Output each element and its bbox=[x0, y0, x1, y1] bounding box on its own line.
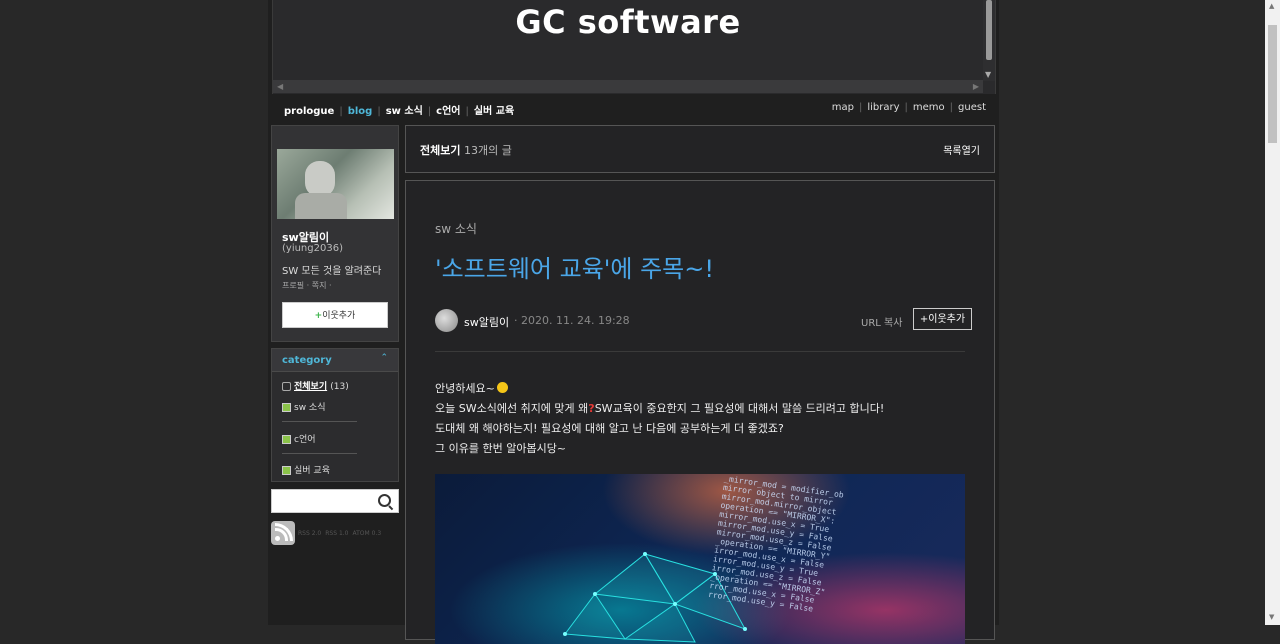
search-icon[interactable] bbox=[378, 494, 391, 507]
blog-header: GC software ◀ ▶ ▼ bbox=[272, 0, 996, 94]
post-image[interactable]: _mirror_mod = modifier_ob mirror object … bbox=[435, 474, 965, 644]
post-article: sw 소식 '소프트웨어 교육'에 주목~! sw알림이 · 2020. 11.… bbox=[405, 180, 995, 644]
rss-link[interactable]: RSS 1.0 bbox=[325, 530, 348, 537]
category-item-sw-news[interactable]: sw 소식 bbox=[282, 400, 325, 413]
chevron-up-icon[interactable]: ⌃ bbox=[380, 353, 388, 363]
nav-item-library[interactable]: library bbox=[867, 102, 899, 113]
category-label: c언어 bbox=[294, 435, 316, 445]
body-text: SW교육이 중요한지 그 필요성에 대해서 말씀 드리려고 합니다! bbox=[594, 402, 885, 415]
page-scrollbar-thumb[interactable] bbox=[1268, 25, 1277, 143]
folder-icon bbox=[282, 382, 291, 391]
post-list-label: 전체보기 bbox=[420, 144, 461, 157]
blog-title[interactable]: GC software bbox=[273, 0, 983, 44]
nav-item-prologue[interactable]: prologue bbox=[284, 106, 334, 117]
category-label: sw 소식 bbox=[294, 403, 326, 413]
page-scrollbar[interactable]: ▲ ▼ bbox=[1265, 0, 1280, 625]
nav-item-guest[interactable]: guest bbox=[958, 102, 986, 113]
category-all-count: (13) bbox=[330, 382, 349, 392]
author-avatar[interactable] bbox=[435, 309, 458, 332]
scroll-up-icon[interactable]: ▲ bbox=[1269, 2, 1274, 10]
author-name[interactable]: sw알림이 bbox=[464, 314, 509, 330]
nav-item-blog[interactable]: blog bbox=[348, 106, 373, 117]
category-icon bbox=[282, 466, 291, 475]
nav-separator: | bbox=[949, 102, 954, 113]
top-nav: prologue | blog | sw 소식 | c언어 | 실버 교육 map | librar… bbox=[272, 97, 994, 119]
robot-body-shape bbox=[295, 193, 347, 219]
rss-links: RSS 2.0 RSS 1.0 ATOM 0.3 bbox=[298, 530, 385, 537]
scrollbar-thumb[interactable] bbox=[986, 0, 992, 60]
nav-item-silver-education[interactable]: 실버 교육 bbox=[474, 106, 514, 117]
url-copy-button[interactable]: URL 복사 bbox=[861, 314, 902, 329]
category-title: category bbox=[282, 355, 332, 366]
body-paragraph: 도대체 왜 해야하는지! 필요성에 대해 알고 난 다음에 공부하는게 더 좋겠… bbox=[435, 422, 784, 435]
nav-separator: | bbox=[339, 106, 343, 117]
rss-link[interactable]: RSS 2.0 bbox=[298, 530, 321, 537]
category-icon bbox=[282, 403, 291, 412]
post-add-neighbor-button[interactable]: +이웃추가 bbox=[913, 308, 972, 330]
nav-separator: | bbox=[858, 102, 863, 113]
post-list-bar: 전체보기 13개의 글 목록열기 bbox=[405, 125, 995, 173]
post-category[interactable]: sw 소식 bbox=[435, 220, 477, 237]
message-link[interactable]: 쪽지 bbox=[312, 281, 327, 290]
nav-separator: | bbox=[465, 106, 469, 117]
profile-link[interactable]: 프로필 bbox=[282, 281, 304, 290]
body-text: 안녕하세요~ bbox=[435, 382, 495, 395]
category-label: 실버 교육 bbox=[294, 466, 330, 476]
nav-separator: | bbox=[427, 106, 432, 117]
post-count: 13개의 글 bbox=[463, 144, 512, 157]
nav-separator: | bbox=[904, 102, 908, 113]
category-divider bbox=[282, 421, 357, 422]
scroll-down-icon[interactable]: ▼ bbox=[1269, 613, 1274, 621]
category-header[interactable]: category ⌃ bbox=[272, 349, 398, 372]
category-box: category ⌃ 전체보기 (13) sw 소식 c언어 실버 교육 bbox=[271, 348, 399, 482]
post-list-title: 전체보기 13개의 글 bbox=[420, 142, 512, 158]
scroll-left-icon[interactable]: ◀ bbox=[277, 82, 283, 91]
profile-links: 프로필 · 쪽지 · bbox=[282, 281, 332, 290]
rss-link[interactable]: ATOM 0.3 bbox=[353, 530, 382, 537]
add-neighbor-button[interactable]: +이웃추가 bbox=[282, 302, 388, 328]
nav-separator: | bbox=[377, 106, 381, 117]
profile-description: SW 모든 것을 알려준다 bbox=[282, 266, 382, 277]
body-text: 오늘 SW소식에선 취지에 맞게 왜 bbox=[435, 402, 589, 415]
body-paragraph: 안녕하세요~ bbox=[435, 380, 508, 396]
nav-item-c-language[interactable]: c언어 bbox=[436, 106, 460, 117]
profile-id: (yiung2036) bbox=[282, 243, 343, 254]
code-snippet-graphic: _mirror_mod = modifier_ob mirror object … bbox=[707, 474, 845, 614]
rss-icon[interactable] bbox=[271, 521, 295, 545]
category-item-silver-education[interactable]: 실버 교육 bbox=[282, 463, 330, 476]
profile-box: sw알림이 (yiung2036) SW 모든 것을 알려준다 프로필 · 쪽지… bbox=[271, 125, 399, 342]
header-horizontal-scrollbar[interactable]: ◀ ▶ bbox=[273, 80, 983, 93]
nav-item-map[interactable]: map bbox=[832, 102, 854, 113]
category-item-all[interactable]: 전체보기 (13) bbox=[282, 379, 349, 392]
post-title[interactable]: '소프트웨어 교육'에 주목~! bbox=[435, 249, 714, 284]
category-all-label: 전체보기 bbox=[294, 382, 328, 392]
post-date: · 2020. 11. 24. 19:28 bbox=[514, 314, 630, 327]
body-paragraph: 오늘 SW소식에선 취지에 맞게 왜?SW교육이 중요한지 그 필요성에 대해서… bbox=[435, 400, 884, 416]
nav-right: map | library | memo | guest bbox=[832, 102, 986, 113]
profile-image[interactable] bbox=[277, 149, 394, 219]
add-neighbor-label: 이웃추가 bbox=[322, 311, 356, 321]
open-list-button[interactable]: 목록열기 bbox=[943, 142, 980, 157]
nav-left: prologue | blog | sw 소식 | c언어 | 실버 교육 bbox=[284, 102, 514, 117]
nav-item-sw-news[interactable]: sw 소식 bbox=[386, 106, 423, 117]
search-input[interactable] bbox=[276, 493, 375, 511]
category-item-c-language[interactable]: c언어 bbox=[282, 432, 316, 445]
header-vertical-scrollbar[interactable]: ▼ bbox=[983, 0, 995, 81]
nav-item-memo[interactable]: memo bbox=[913, 102, 945, 113]
robot-head-shape bbox=[305, 161, 335, 197]
rss-dot bbox=[275, 536, 280, 541]
scroll-down-icon[interactable]: ▼ bbox=[985, 70, 991, 79]
smile-emoji-icon bbox=[496, 382, 508, 393]
body-paragraph: 그 이유를 한번 알아봅시당~ bbox=[435, 442, 567, 455]
scroll-right-icon[interactable]: ▶ bbox=[973, 82, 979, 91]
blog-search bbox=[271, 489, 399, 513]
category-divider bbox=[282, 453, 357, 454]
post-divider bbox=[435, 351, 965, 352]
category-icon bbox=[282, 435, 291, 444]
